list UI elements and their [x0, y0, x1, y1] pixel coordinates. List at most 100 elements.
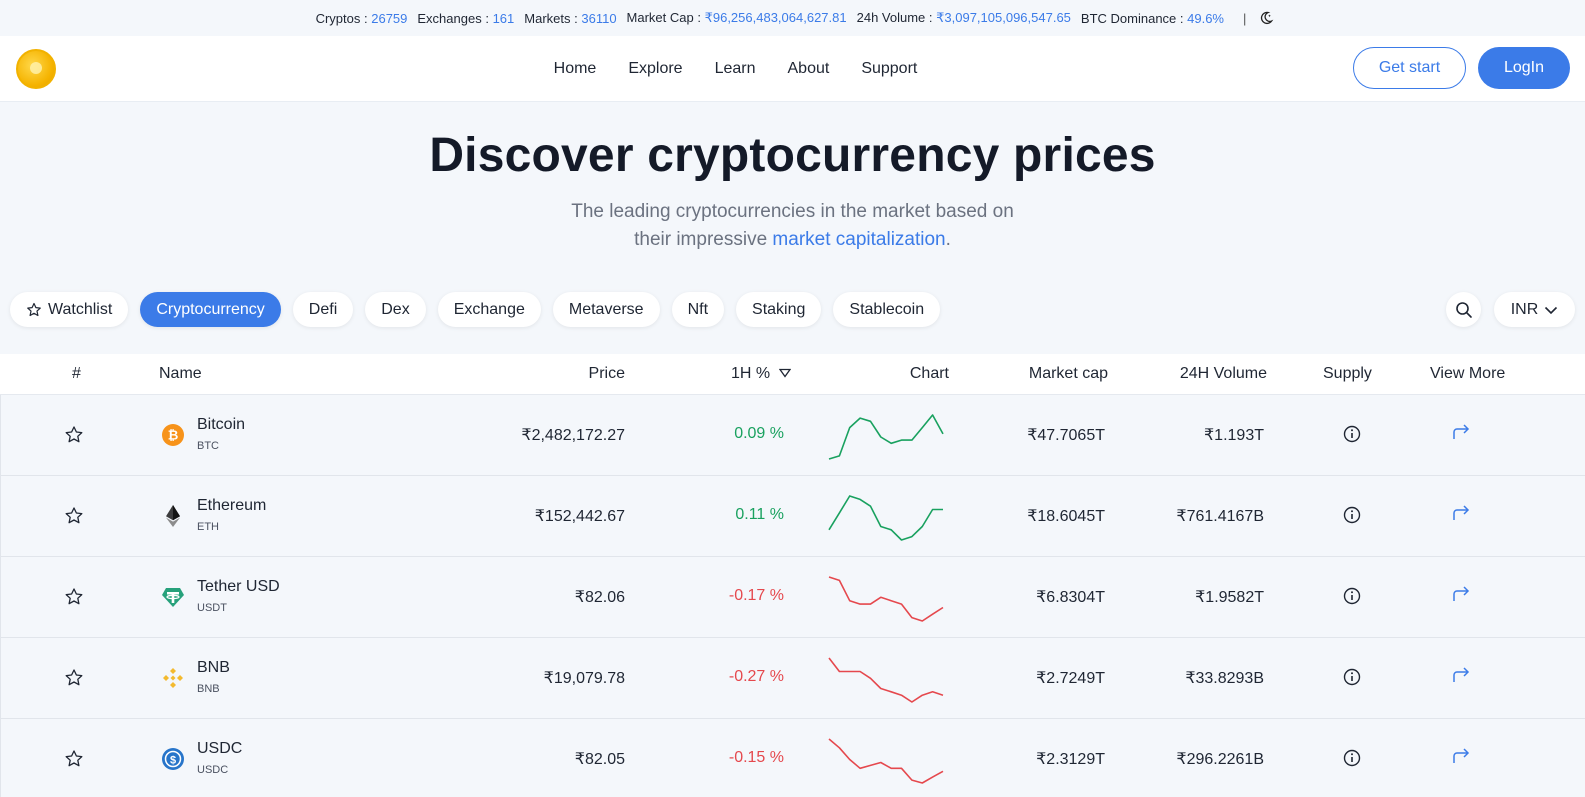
coin-name[interactable]: BNB	[197, 659, 230, 677]
watchlist-star-icon[interactable]	[64, 587, 84, 607]
chip-watchlist[interactable]: Watchlist	[10, 292, 129, 327]
coin-market-cap: ₹47.7065T	[1027, 427, 1105, 444]
stat-market-cap: Market Cap : ₹96,256,483,064,627.81	[626, 10, 847, 25]
currency-select[interactable]: INR	[1494, 292, 1575, 327]
chip-defi[interactable]: Defi	[292, 292, 354, 327]
sort-icon[interactable]	[778, 368, 791, 378]
svg-text:₿: ₿	[168, 428, 179, 443]
sparkline-chart	[827, 575, 945, 623]
coin-symbol: ETH	[197, 521, 219, 533]
view-more-icon[interactable]	[1451, 503, 1471, 523]
market-cap-link[interactable]: market capitalization	[772, 229, 945, 250]
usdc-coin-icon: $	[161, 747, 185, 771]
chip-metaverse[interactable]: Metaverse	[552, 292, 660, 327]
crypto-table: # Name Price 1H % Chart Market cap 24H V…	[0, 354, 1585, 797]
table-row[interactable]: Ethereum ETH ₹152,442.67 0.11 % ₹18.6045T ₹76…	[0, 476, 1585, 557]
stat-markets: Markets : 36110	[524, 10, 617, 26]
logo[interactable]	[16, 49, 56, 89]
sparkline-chart	[827, 656, 945, 704]
sparkline-line	[828, 738, 944, 784]
table-row[interactable]: $ USDC USDC ₹82.05 -0.15 % ₹2.3129T ₹296.2261B	[0, 719, 1585, 797]
chip-cryptocurrency[interactable]: Cryptocurrency	[140, 292, 281, 327]
sparkline-line	[828, 657, 944, 703]
info-icon[interactable]	[1343, 668, 1361, 686]
coin-name[interactable]: Ethereum	[197, 497, 266, 515]
moon-icon[interactable]	[1258, 10, 1274, 26]
col-price[interactable]: Price	[589, 365, 625, 383]
coin-price: ₹82.05	[574, 751, 625, 768]
coin-symbol: BNB	[197, 683, 220, 695]
col-view-more: View More	[1430, 365, 1506, 382]
table-header: # Name Price 1H % Chart Market cap 24H V…	[0, 354, 1585, 395]
coin-name[interactable]: Tether USD	[197, 578, 280, 596]
stat-btc-dominance: BTC Dominance : 49.6%	[1080, 10, 1224, 26]
main-nav: Home Explore Learn About Support	[0, 36, 1585, 102]
page-subtitle: The leading cryptocurrencies in the mark…	[0, 198, 1585, 254]
eth-coin-icon	[161, 504, 185, 528]
coin-volume-24h: ₹761.4167B	[1176, 508, 1264, 525]
nav-home[interactable]: Home	[554, 60, 597, 78]
nav-learn[interactable]: Learn	[715, 60, 756, 78]
chip-staking[interactable]: Staking	[736, 292, 822, 327]
chip-stablecoin[interactable]: Stablecoin	[833, 292, 941, 327]
bnb-coin-icon	[161, 666, 185, 690]
view-more-icon[interactable]	[1451, 665, 1471, 685]
view-more-icon[interactable]	[1451, 422, 1471, 442]
table-body: ₿ Bitcoin BTC ₹2,482,172.27 0.09 % ₹47.7065T ₹…	[0, 395, 1585, 797]
coin-market-cap: ₹2.7249T	[1036, 670, 1105, 687]
coin-price: ₹82.06	[574, 589, 625, 606]
login-button[interactable]: LogIn	[1478, 47, 1570, 89]
sparkline-line	[828, 495, 943, 541]
watchlist-star-icon[interactable]	[64, 425, 84, 445]
view-more-icon[interactable]	[1451, 584, 1471, 604]
sparkline-chart	[827, 494, 945, 542]
coin-market-cap: ₹18.6045T	[1027, 508, 1105, 525]
col-change[interactable]: 1H %	[731, 365, 791, 383]
coin-change-1h: 0.11 %	[735, 506, 784, 523]
info-icon[interactable]	[1343, 425, 1361, 443]
coin-name[interactable]: USDC	[197, 740, 242, 758]
nav-about[interactable]: About	[788, 60, 830, 78]
category-filters: Watchlist Cryptocurrency Defi Dex Exchan…	[10, 292, 941, 327]
table-row[interactable]: ₿ Bitcoin BTC ₹2,482,172.27 0.09 % ₹47.7065T ₹…	[0, 395, 1585, 476]
coin-change-1h: -0.15 %	[728, 749, 784, 766]
currency-value: INR	[1510, 300, 1539, 318]
watchlist-star-icon[interactable]	[64, 749, 84, 769]
coin-volume-24h: ₹33.8293B	[1185, 670, 1264, 687]
watchlist-star-icon[interactable]	[64, 506, 84, 526]
chip-dex[interactable]: Dex	[365, 292, 426, 327]
stats-bar: Cryptos : 26759 Exchanges : 161 Markets …	[0, 0, 1585, 36]
coin-symbol: USDT	[197, 602, 227, 614]
info-icon[interactable]	[1343, 587, 1361, 605]
stat-volume: 24h Volume : ₹3,097,105,096,547.65	[856, 10, 1071, 25]
chip-nft[interactable]: Nft	[671, 292, 725, 327]
btc-coin-icon: ₿	[161, 423, 185, 447]
nav-support[interactable]: Support	[861, 60, 917, 78]
col-market-cap[interactable]: Market cap	[1029, 365, 1108, 383]
info-icon[interactable]	[1343, 749, 1361, 767]
svg-text:$: $	[170, 755, 176, 767]
sparkline-line	[828, 576, 944, 622]
info-icon[interactable]	[1343, 506, 1361, 524]
chip-exchange[interactable]: Exchange	[437, 292, 541, 327]
table-row[interactable]: BNB BNB ₹19,079.78 -0.27 % ₹2.7249T ₹33.8293B	[0, 638, 1585, 719]
get-start-button[interactable]: Get start	[1353, 47, 1466, 89]
coin-symbol: BTC	[197, 440, 219, 452]
stats-separator: |	[1243, 10, 1247, 26]
col-name[interactable]: Name	[159, 365, 202, 383]
search-icon	[1455, 301, 1472, 318]
col-chart: Chart	[909, 365, 949, 382]
table-row[interactable]: Tether USD USDT ₹82.06 -0.17 % ₹6.8304T ₹1.95…	[0, 557, 1585, 638]
stat-exchanges: Exchanges : 161	[417, 10, 515, 26]
search-button[interactable]	[1446, 292, 1481, 327]
coin-volume-24h: ₹1.193T	[1204, 427, 1264, 444]
col-volume[interactable]: 24H Volume	[1180, 365, 1267, 383]
sparkline-chart	[827, 413, 945, 461]
view-more-icon[interactable]	[1451, 746, 1471, 766]
nav-explore[interactable]: Explore	[628, 60, 682, 78]
watchlist-star-icon[interactable]	[64, 668, 84, 688]
coin-name[interactable]: Bitcoin	[197, 416, 245, 434]
coin-price: ₹19,079.78	[543, 670, 625, 687]
sparkline-line	[828, 414, 944, 460]
coin-symbol: USDC	[197, 764, 229, 776]
